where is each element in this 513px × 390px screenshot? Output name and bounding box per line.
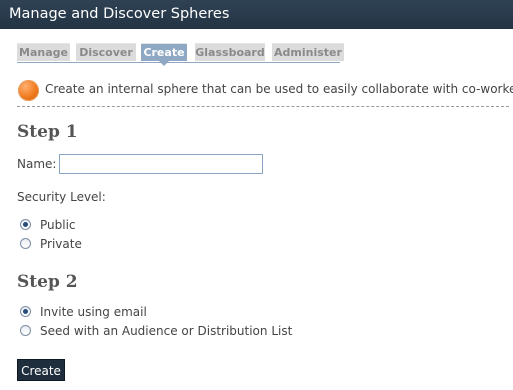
tab-create[interactable]: Create: [141, 43, 187, 66]
title-bar: Manage and Discover Spheres: [0, 0, 513, 29]
name-label: Name:: [17, 157, 57, 171]
radio-invite-email-button[interactable]: [20, 306, 31, 317]
radio-invite-email-label: Invite using email: [40, 305, 147, 319]
tab-discover[interactable]: Discover: [76, 43, 136, 61]
radio-public-button[interactable]: [20, 219, 31, 230]
page-title: Manage and Discover Spheres: [9, 6, 230, 22]
tab-glassboard[interactable]: Glassboard: [195, 43, 265, 61]
radio-private-button[interactable]: [20, 238, 31, 249]
step2-heading: Step 2: [17, 272, 78, 292]
radio-seed-audience-label: Seed with an Audience or Distribution Li…: [40, 324, 293, 338]
step1-heading: Step 1: [17, 122, 78, 142]
dotted-divider: [17, 106, 509, 107]
intro-text: Create an internal sphere that can be us…: [45, 82, 513, 96]
tab-manage[interactable]: Manage: [17, 43, 70, 61]
radio-seed-audience-button[interactable]: [20, 325, 31, 336]
tab-underline: [17, 62, 340, 63]
radio-public-label: Public: [40, 218, 76, 232]
security-level-label: Security Level:: [17, 190, 106, 204]
radio-private-label: Private: [40, 237, 82, 251]
name-field[interactable]: [59, 154, 263, 174]
create-button[interactable]: Create: [17, 359, 65, 381]
tab-administer[interactable]: Administer: [272, 43, 344, 61]
orange-sphere-icon: [18, 80, 39, 101]
